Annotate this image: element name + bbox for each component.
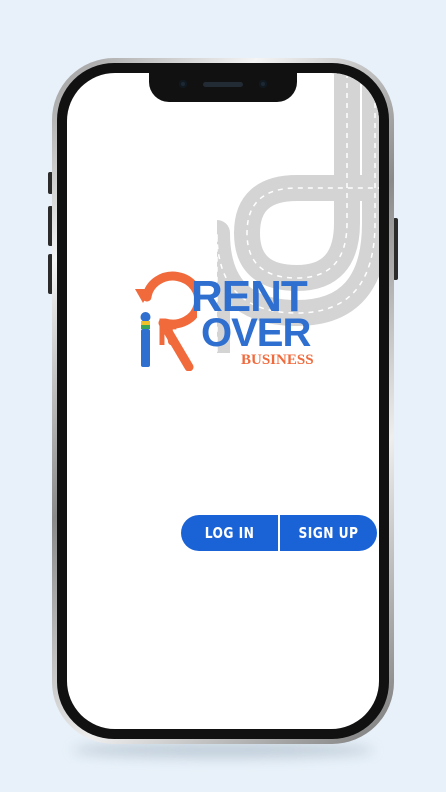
phone-bezel: RENT it OVER BUSINESS LOG IN SIGN UP [57, 63, 389, 739]
speaker-grille [203, 82, 243, 87]
auth-button-group: LOG IN SIGN UP [181, 515, 377, 551]
camera-icon [179, 80, 187, 88]
login-button[interactable]: LOG IN [190, 515, 270, 551]
phone-frame: RENT it OVER BUSINESS LOG IN SIGN UP [52, 58, 394, 744]
sensor-icon [259, 80, 267, 88]
logo-word-it: it [157, 312, 177, 353]
logo-word-over: OVER [201, 311, 311, 355]
phone-shadow [72, 742, 374, 758]
brand-logo: RENT it OVER BUSINESS [127, 267, 337, 379]
app-screen: RENT it OVER BUSINESS LOG IN SIGN UP [67, 73, 379, 729]
logo-word-business: BUSINESS [241, 352, 314, 368]
button-divider [278, 515, 280, 551]
phone-notch [149, 73, 297, 102]
signup-button[interactable]: SIGN UP [289, 515, 369, 551]
